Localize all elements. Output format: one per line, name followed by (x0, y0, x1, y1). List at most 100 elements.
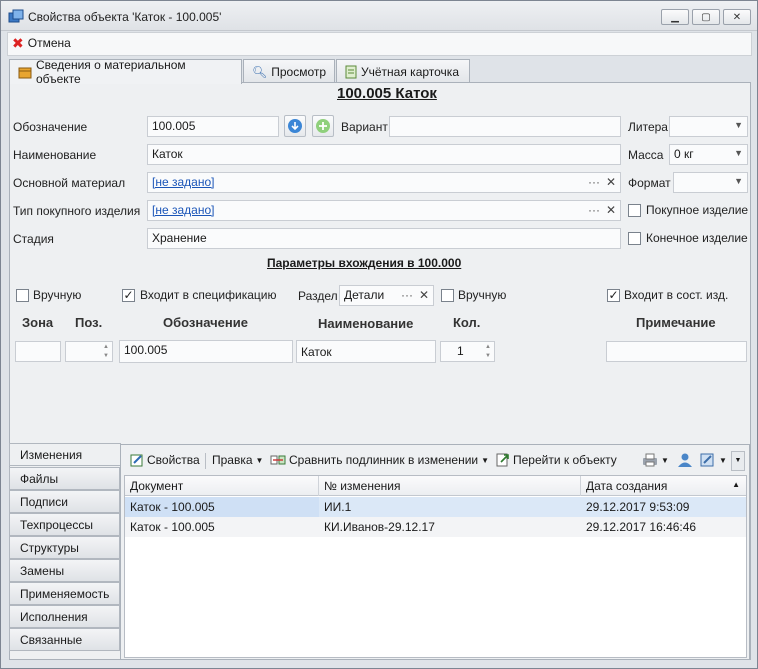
side-tab-structures[interactable]: Структуры (9, 536, 120, 559)
final-product-checkbox[interactable] (628, 232, 641, 245)
toolbar-overflow-button[interactable]: ▼ (731, 451, 745, 471)
compare-button[interactable]: Сравнить подлинник в изменении ▼ (270, 453, 489, 467)
col-document-header[interactable]: Документ (125, 476, 319, 496)
minimize-icon: ▁ (671, 11, 679, 23)
arrow-down-circle-icon (288, 119, 302, 133)
add-designation-button[interactable] (312, 115, 334, 137)
material-link[interactable]: [не задано] (152, 175, 214, 189)
final-product-label: Конечное изделие (646, 231, 748, 245)
cell-created: 29.12.2017 16:46:46 (586, 520, 697, 534)
side-tab-processes[interactable]: Техпроцессы (9, 513, 120, 536)
sort-asc-icon: ▲ (732, 480, 740, 489)
tab-label: Просмотр (271, 64, 327, 79)
maximize-button[interactable]: ▢ (692, 9, 720, 25)
manual-checkbox-2[interactable] (441, 289, 454, 302)
side-tab-label: Техпроцессы (20, 518, 93, 532)
format-label: Формат (628, 176, 671, 190)
printer-icon (643, 453, 657, 467)
title-bar: Свойства объекта 'Каток - 100.005' ▁ ▢ ✕ (1, 1, 757, 31)
variant-label: Вариант (341, 120, 388, 134)
spin-down-icon[interactable]: ▼ (485, 353, 491, 359)
material-field[interactable]: [не задано] ··· ✕ (147, 172, 621, 193)
side-tab-replacements[interactable]: Замены (9, 559, 120, 582)
compare-icon (270, 455, 286, 465)
side-tab-changes[interactable]: Изменения (9, 443, 121, 466)
mass-combo[interactable]: 0 кг ▼ (669, 144, 748, 165)
settings-button[interactable]: ▼ (699, 452, 727, 468)
magnifier-icon: 🔍︎ (252, 64, 268, 79)
checkmark-icon: ✓ (608, 288, 619, 302)
stage-field[interactable]: Хранение (147, 228, 621, 249)
purchase-type-link[interactable]: [не задано] (152, 203, 214, 217)
ellipsis-icon[interactable]: ··· (401, 288, 413, 302)
litera-combo[interactable]: ▼ (669, 116, 748, 137)
col-created-header[interactable]: Дата создания ▲ (581, 476, 746, 496)
side-tab-signatures[interactable]: Подписи (9, 490, 120, 513)
in-spec-checkbox[interactable]: ✓ (122, 289, 135, 302)
qty-input[interactable]: 1 ▲ ▼ (440, 341, 495, 362)
maximize-icon: ▢ (701, 11, 711, 23)
tab-object-info[interactable]: Сведения о материальном объекте (9, 58, 242, 86)
spin-up-icon[interactable]: ▲ (485, 344, 491, 350)
side-tab-related[interactable]: Связанные (9, 628, 120, 651)
minimize-button[interactable]: ▁ (661, 9, 689, 25)
main-toolbar: ✖ Отмена (7, 32, 752, 56)
name-input[interactable]: Каток (296, 340, 436, 363)
user-button[interactable] (676, 452, 694, 471)
qty-value: 1 (457, 344, 464, 358)
purchased-label: Покупное изделие (646, 203, 749, 217)
changes-grid: Документ № изменения Дата создания ▲ Кат… (124, 475, 747, 658)
goto-object-button[interactable]: Перейти к объекту (496, 453, 617, 467)
table-row[interactable]: Каток - 100.005 ИИ.1 29.12.2017 9:53:09 (125, 497, 746, 517)
col-note-header: Примечание (636, 315, 716, 330)
material-label: Основной материал (13, 176, 126, 190)
pick-designation-button[interactable] (284, 115, 306, 137)
col-header-label: Дата создания (586, 479, 668, 493)
edit-menu-button[interactable]: Правка ▼ (212, 453, 263, 467)
side-tab-files[interactable]: Файлы (9, 467, 120, 490)
stage-value: Хранение (152, 231, 207, 245)
tab-preview[interactable]: 🔍︎ Просмотр (243, 59, 335, 83)
clear-icon[interactable]: ✕ (419, 288, 429, 302)
designation-field[interactable]: 100.005 (147, 116, 279, 137)
manual-label-2: Вручную (458, 288, 507, 302)
chevron-down-icon: ▼ (734, 176, 743, 186)
print-button[interactable]: ▼ (641, 452, 669, 468)
edit-label: Правка (212, 453, 253, 467)
properties-label: Свойства (147, 453, 200, 467)
table-row[interactable]: Каток - 100.005 КИ.Иванов-29.12.17 29.12… (125, 517, 746, 537)
note-input[interactable] (606, 341, 747, 362)
col-header-label: Документ (130, 479, 184, 493)
section-field[interactable]: Детали ··· ✕ (339, 285, 434, 306)
name-label: Наименование (13, 148, 97, 162)
pos-field[interactable]: ▲ ▼ (65, 341, 113, 362)
designation-input-value: 100.005 (124, 343, 168, 357)
spin-down-icon[interactable]: ▼ (103, 353, 109, 359)
clear-icon[interactable]: ✕ (606, 175, 616, 189)
name-field[interactable]: Каток (147, 144, 621, 165)
designation-input[interactable]: 100.005 (119, 340, 293, 363)
format-combo[interactable]: ▼ (673, 172, 748, 193)
properties-button[interactable]: Свойства (130, 453, 200, 467)
col-pos-header: Поз. (75, 315, 103, 330)
close-icon: ✕ (732, 11, 742, 23)
col-change-number-header[interactable]: № изменения (319, 476, 581, 496)
cancel-button[interactable]: ✖ Отмена (12, 36, 71, 50)
close-button[interactable]: ✕ (723, 9, 751, 25)
manual-checkbox-1[interactable] (16, 289, 29, 302)
variant-field[interactable] (389, 116, 621, 137)
purchased-checkbox[interactable] (628, 204, 641, 217)
spin-up-icon[interactable]: ▲ (103, 344, 109, 350)
side-tab-usage[interactable]: Применяемость (9, 582, 120, 605)
ellipsis-icon[interactable]: ··· (588, 203, 600, 217)
params-heading: Параметры вхождения в 100.000 (267, 256, 462, 270)
ellipsis-icon[interactable]: ··· (588, 175, 600, 189)
purchase-type-field[interactable]: [не задано] ··· ✕ (147, 200, 621, 221)
side-tab-variants[interactable]: Исполнения (9, 605, 120, 628)
zone-field[interactable] (15, 341, 61, 362)
in-assembly-checkbox[interactable]: ✓ (607, 289, 620, 302)
chevron-down-icon: ▼ (719, 455, 727, 465)
cell-created: 29.12.2017 9:53:09 (586, 500, 690, 514)
tab-record-card[interactable]: Учётная карточка (336, 59, 470, 83)
clear-icon[interactable]: ✕ (606, 203, 616, 217)
